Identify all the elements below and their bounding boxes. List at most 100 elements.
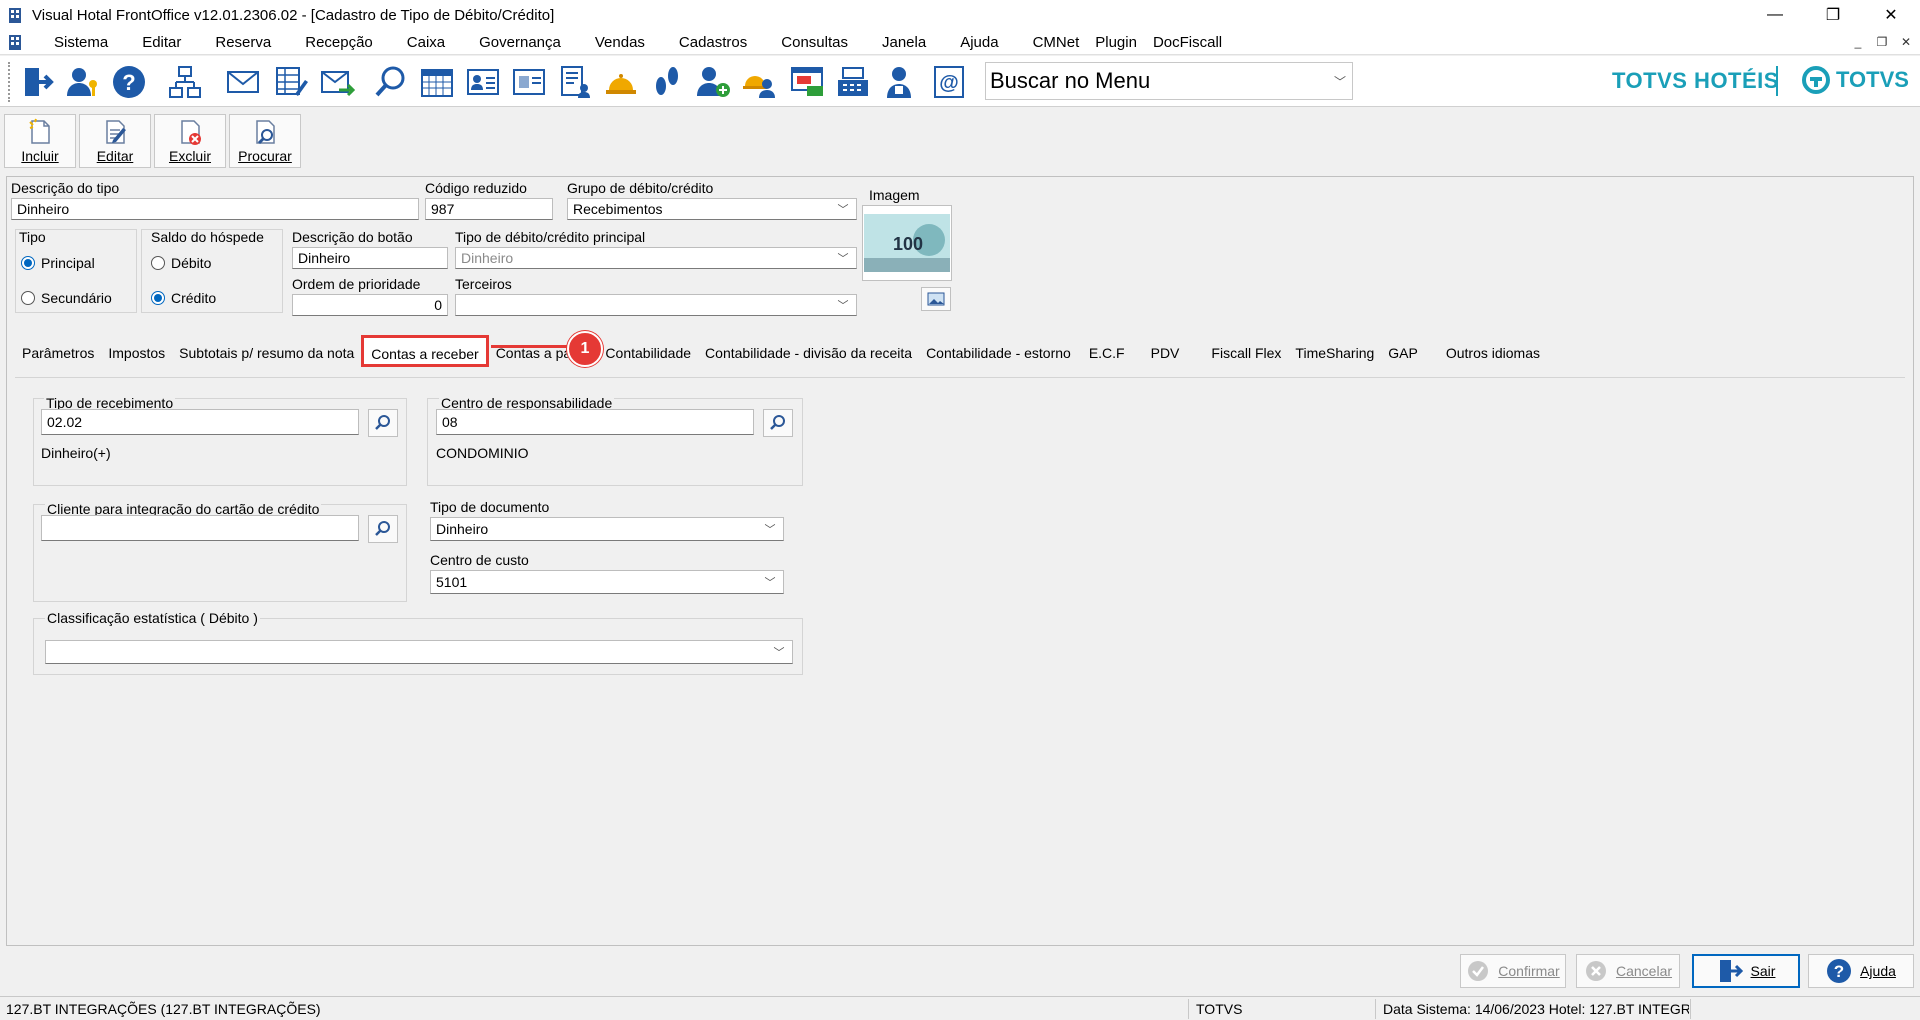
mail-toolbar-button[interactable]: [222, 61, 264, 103]
menu-bar: Sistema Editar Reserva Recepção Caixa Go…: [0, 30, 1920, 55]
mdi-minimize-button[interactable]: _: [1848, 33, 1868, 51]
email-at-toolbar-button[interactable]: @: [928, 61, 970, 103]
ajuda-button[interactable]: ? Ajuda: [1808, 954, 1914, 988]
image-picker-button[interactable]: [921, 287, 951, 311]
menu-vendas[interactable]: Vendas: [589, 34, 651, 51]
guest-card-toolbar-button[interactable]: [462, 61, 504, 103]
menu-plugin[interactable]: Plugin: [1089, 34, 1143, 51]
tab-parametros[interactable]: Parâmetros: [15, 341, 101, 367]
excluir-button[interactable]: Excluir: [154, 114, 226, 168]
confirmar-button[interactable]: Confirmar: [1460, 954, 1566, 988]
tab-contabilidade-divisao[interactable]: Contabilidade - divisão da receita: [698, 341, 919, 367]
user-key-toolbar-button[interactable]: [62, 61, 104, 103]
menu-governanca[interactable]: Governança: [473, 34, 567, 51]
editar-button[interactable]: Editar: [79, 114, 151, 168]
sair-button[interactable]: Sair: [1692, 954, 1800, 988]
menu-docfiscall[interactable]: DocFiscall: [1147, 34, 1228, 51]
grupo-label: Grupo de débito/crédito: [567, 180, 714, 196]
incluir-button[interactable]: Incluir: [4, 114, 76, 168]
menu-reserva[interactable]: Reserva: [209, 34, 277, 51]
hotel-menu-icon[interactable]: [6, 33, 24, 51]
bell-toolbar-button[interactable]: [600, 61, 642, 103]
cancelar-button[interactable]: Cancelar: [1576, 954, 1680, 988]
menu-cmnet[interactable]: CMNet: [1027, 34, 1086, 51]
tipo-receb-search-button[interactable]: [368, 409, 398, 437]
menu-cadastros[interactable]: Cadastros: [673, 34, 753, 51]
send-mail-toolbar-button[interactable]: [316, 61, 358, 103]
codigo-input[interactable]: 987: [425, 198, 553, 220]
centro-custo-label: Centro de custo: [430, 552, 529, 568]
tab-outros-idiomas[interactable]: Outros idiomas: [1439, 341, 1547, 367]
concierge-user-toolbar-button[interactable]: [738, 61, 780, 103]
tipo-doc-select[interactable]: Dinheiro ﹀: [430, 517, 784, 541]
search-toolbar-button[interactable]: [370, 61, 412, 103]
exit-toolbar-button[interactable]: [16, 61, 58, 103]
tab-subtotais[interactable]: Subtotais p/ resumo da nota: [172, 341, 361, 367]
add-user-toolbar-button[interactable]: [692, 61, 734, 103]
tab-contabilidade-estorno[interactable]: Contabilidade - estorno: [919, 341, 1078, 367]
room-card-toolbar-button[interactable]: [508, 61, 550, 103]
mdi-close-button[interactable]: ✕: [1896, 33, 1916, 51]
mdi-restore-button[interactable]: ❐: [1872, 33, 1892, 51]
descricao-input[interactable]: Dinheiro: [11, 198, 419, 220]
botao-input[interactable]: Dinheiro: [292, 247, 448, 269]
menu-recepcao[interactable]: Recepção: [299, 34, 379, 51]
footprints-toolbar-button[interactable]: [646, 61, 688, 103]
menu-consultas[interactable]: Consultas: [775, 34, 854, 51]
org-chart-toolbar-button[interactable]: [164, 61, 206, 103]
search-menu-combobox[interactable]: Buscar no Menu ﹀: [985, 62, 1353, 100]
edit-list-toolbar-button[interactable]: [270, 61, 312, 103]
close-button[interactable]: ✕: [1862, 0, 1920, 30]
cliente-input[interactable]: [41, 515, 359, 541]
search-menu-value: Buscar no Menu: [990, 68, 1151, 93]
principal-select[interactable]: Dinheiro ﹀: [455, 247, 857, 269]
status-company: 127.BT INTEGRAÇÕES (127.BT INTEGRAÇÕES): [6, 1001, 321, 1017]
chevron-down-icon[interactable]: ﹀: [1328, 73, 1352, 90]
cliente-search-button[interactable]: [368, 515, 398, 543]
tab-pdv[interactable]: PDV: [1144, 341, 1187, 367]
centro-custo-select[interactable]: 5101 ﹀: [430, 570, 784, 594]
guest-card-icon: [467, 69, 499, 95]
pos-register-toolbar-button[interactable]: [832, 61, 874, 103]
tipo-secundario-radio[interactable]: Secundário: [21, 290, 112, 306]
menu-sistema[interactable]: Sistema: [48, 34, 114, 51]
tab-fiscall-flex[interactable]: Fiscall Flex: [1204, 341, 1288, 367]
saldo-debito-radio[interactable]: Débito: [151, 255, 211, 271]
cash-screen-toolbar-button[interactable]: [786, 61, 828, 103]
banknote-image[interactable]: 100: [862, 205, 952, 281]
classif-select[interactable]: ﹀: [45, 640, 793, 664]
tipo-receb-input[interactable]: 02.02: [41, 409, 359, 435]
centro-resp-input[interactable]: 08: [436, 409, 754, 435]
menu-editar[interactable]: Editar: [136, 34, 187, 51]
centro-resp-search-button[interactable]: [763, 409, 793, 437]
procurar-button[interactable]: Procurar: [229, 114, 301, 168]
tab-ecf[interactable]: E.C.F: [1082, 341, 1132, 367]
terceiros-select[interactable]: ﹀: [455, 294, 857, 316]
tab-contas-a-receber[interactable]: Contas a receber: [361, 335, 489, 367]
tab-contabilidade[interactable]: Contabilidade: [598, 341, 698, 367]
tipo-principal-radio[interactable]: Principal: [21, 255, 95, 271]
saldo-credito-label: Crédito: [171, 290, 217, 306]
grupo-select[interactable]: Recebimentos ﹀: [567, 198, 857, 220]
menu-janela[interactable]: Janela: [876, 34, 932, 51]
tab-strip: Parâmetros Impostos Subtotais p/ resumo …: [15, 335, 1547, 367]
menu-caixa[interactable]: Caixa: [401, 34, 451, 51]
toolbar: ? @ Buscar no Menu ﹀ TOTVS HOTÉIS TOTVS: [0, 56, 1920, 107]
service-bell-icon: [606, 74, 636, 94]
ordem-input[interactable]: 0: [292, 294, 448, 316]
calendar-toolbar-button[interactable]: [416, 61, 458, 103]
toolbar-grip[interactable]: [8, 62, 14, 102]
tab-gap[interactable]: GAP: [1381, 341, 1425, 367]
staff-toolbar-button[interactable]: [878, 61, 920, 103]
email-at-icon: @: [934, 66, 964, 98]
restore-button[interactable]: ❐: [1804, 0, 1862, 30]
tab-impostos[interactable]: Impostos: [101, 341, 172, 367]
tab-timesharing[interactable]: TimeSharing: [1288, 341, 1381, 367]
saldo-credito-radio[interactable]: Crédito: [151, 290, 216, 306]
help-toolbar-button[interactable]: ?: [108, 61, 150, 103]
sair-label: Sair: [1750, 963, 1776, 979]
minimize-button[interactable]: —: [1746, 0, 1804, 30]
editar-label: Editar: [96, 148, 134, 164]
report-users-toolbar-button[interactable]: [554, 61, 596, 103]
menu-ajuda[interactable]: Ajuda: [954, 34, 1004, 51]
